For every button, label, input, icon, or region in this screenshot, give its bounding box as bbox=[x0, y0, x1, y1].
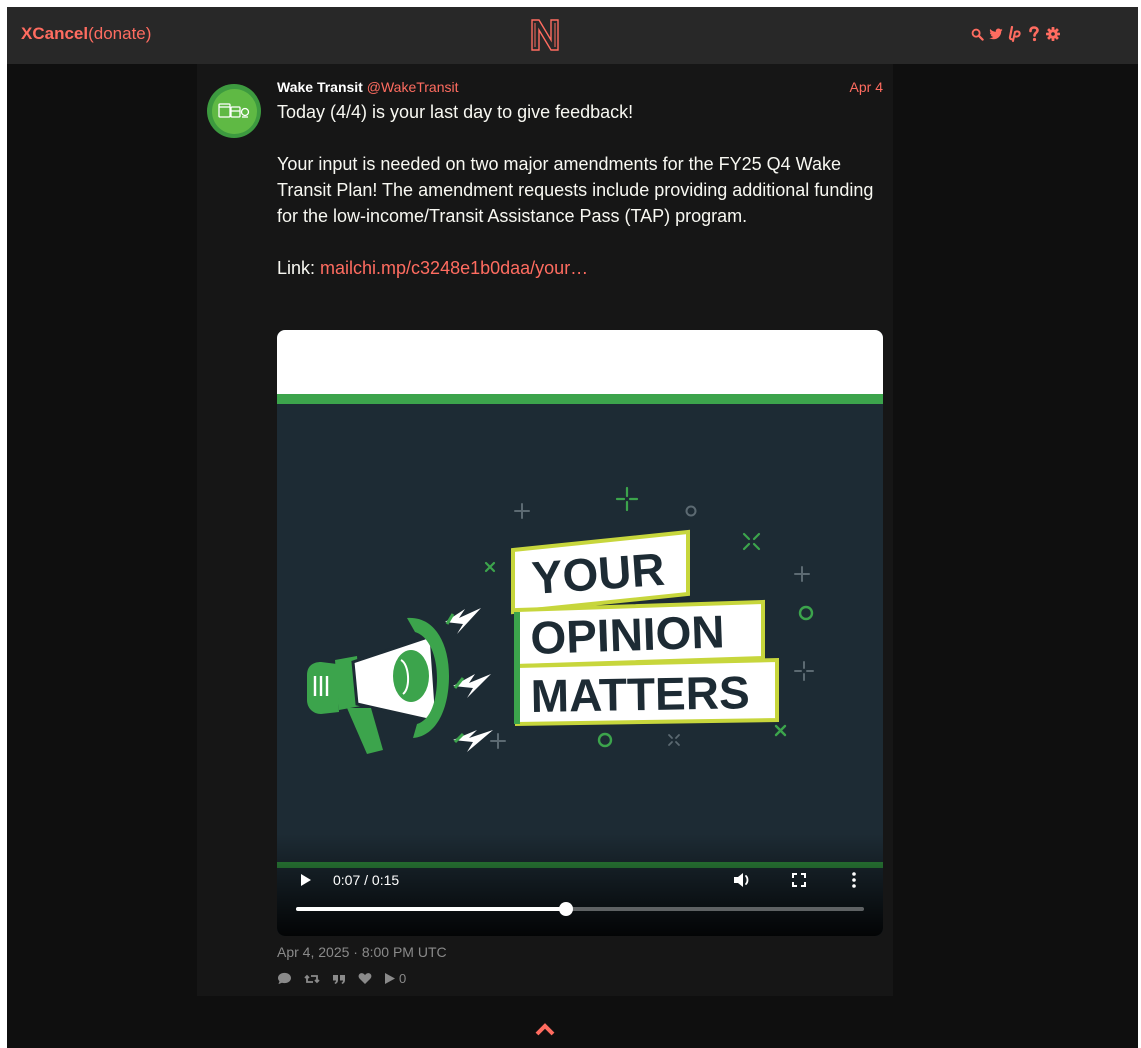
quote-icon bbox=[332, 973, 346, 985]
views-stat: 0 bbox=[384, 971, 406, 986]
poster-word-your: YOUR bbox=[530, 543, 666, 604]
video-progress-thumb[interactable] bbox=[559, 902, 574, 916]
brand-link[interactable]: XCancel bbox=[21, 24, 88, 43]
transit-logo-icon bbox=[218, 103, 250, 118]
author-name[interactable]: Wake Transit bbox=[277, 79, 363, 95]
search-icon[interactable] bbox=[970, 25, 984, 43]
nav-icons bbox=[970, 24, 1060, 44]
play-icon[interactable] bbox=[299, 872, 313, 888]
twitter-bird-icon[interactable] bbox=[989, 25, 1003, 43]
reply-icon bbox=[277, 972, 292, 985]
more-options-icon[interactable] bbox=[850, 871, 858, 889]
tweet-date[interactable]: Apr 4 bbox=[850, 79, 883, 95]
tweet-author: Wake Transit @WakeTransit bbox=[277, 79, 459, 95]
volume-icon[interactable] bbox=[732, 871, 754, 889]
video-time: 0:07 / 0:15 bbox=[333, 872, 400, 888]
retweet-icon bbox=[304, 973, 320, 985]
like-heart-icon bbox=[358, 972, 372, 985]
tweet-paragraph: Today (4/4) is your last day to give fee… bbox=[277, 102, 634, 122]
app-frame: XCancel(donate) Wake Transit @WakeTransi… bbox=[7, 7, 1138, 1048]
video-player[interactable]: YOUR OPINION MATTERS 0:07 / 0:15 bbox=[277, 330, 883, 936]
views-count: 0 bbox=[399, 971, 407, 986]
tweet-stats: 0 bbox=[277, 971, 406, 986]
link-label: Link: bbox=[277, 258, 321, 278]
settings-gear-icon[interactable] bbox=[1046, 25, 1060, 43]
video-progress-fill bbox=[296, 907, 567, 911]
video-header-band bbox=[277, 330, 883, 394]
scroll-top-chevron-icon[interactable] bbox=[535, 1023, 555, 1037]
poster-word-matters: MATTERS bbox=[530, 666, 750, 722]
nitter-logo-icon[interactable] bbox=[529, 18, 561, 52]
tweet-content: Today (4/4) is your last day to give fee… bbox=[277, 99, 877, 307]
views-play-icon bbox=[385, 973, 395, 984]
video-progress-bar[interactable] bbox=[296, 902, 864, 916]
tweet-link[interactable]: mailchi.mp/c3248e1b0daa/your… bbox=[320, 258, 588, 278]
navbar: XCancel(donate) bbox=[7, 7, 1138, 64]
tweet-panel: Wake Transit @WakeTransit Apr 4 Today (4… bbox=[197, 64, 893, 996]
brand: XCancel(donate) bbox=[21, 24, 151, 44]
avatar[interactable] bbox=[207, 84, 261, 138]
tweet-timestamp[interactable]: Apr 4, 2025 · 8:00 PM UTC bbox=[277, 944, 447, 960]
avatar-image bbox=[211, 88, 257, 134]
help-icon[interactable] bbox=[1027, 25, 1041, 43]
liberapay-icon[interactable] bbox=[1008, 25, 1022, 43]
poster-word-opinion: OPINION bbox=[530, 605, 726, 664]
tweet-paragraph: Your input is needed on two major amendm… bbox=[277, 154, 874, 226]
author-handle[interactable]: @WakeTransit bbox=[367, 79, 459, 95]
video-controls: 0:07 / 0:15 bbox=[277, 865, 883, 936]
fullscreen-icon[interactable] bbox=[791, 872, 807, 888]
video-green-stripe bbox=[277, 394, 883, 404]
tweet-link-line: Link: mailchi.mp/c3248e1b0daa/your… bbox=[277, 255, 877, 281]
donate-link[interactable]: (donate) bbox=[88, 24, 151, 43]
